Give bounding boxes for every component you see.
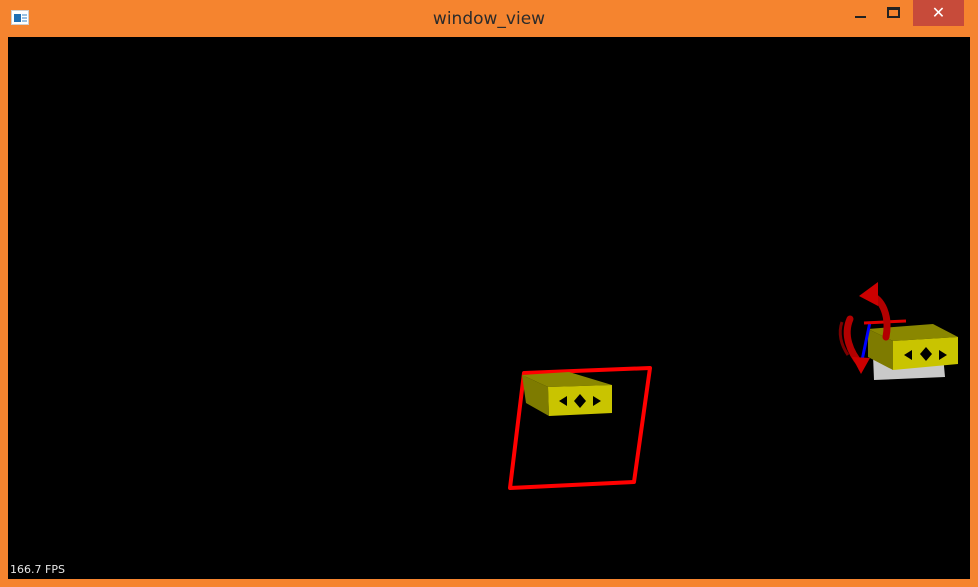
close-icon: ✕ — [931, 3, 946, 22]
title-bar[interactable]: window_view ✕ — [0, 0, 978, 37]
scene-object-1[interactable] — [508, 366, 652, 490]
gizmo-rotate-arrow-lower — [852, 357, 870, 374]
close-button[interactable]: ✕ — [913, 0, 964, 26]
gizmo-rotate-arrow-upper — [859, 282, 878, 306]
minimize-icon — [855, 16, 866, 18]
minimize-button[interactable] — [845, 0, 877, 26]
window-title: window_view — [432, 9, 546, 29]
maximize-icon — [887, 7, 900, 18]
scene-object-2[interactable] — [868, 324, 958, 380]
scene-canvas[interactable] — [8, 37, 970, 579]
3d-viewport[interactable]: 166.7 FPS — [8, 37, 970, 579]
fps-counter: 166.7 FPS — [10, 563, 65, 576]
maximize-button[interactable] — [879, 0, 911, 26]
app-window: window_view ✕ 166.7 FPS — [0, 0, 978, 587]
